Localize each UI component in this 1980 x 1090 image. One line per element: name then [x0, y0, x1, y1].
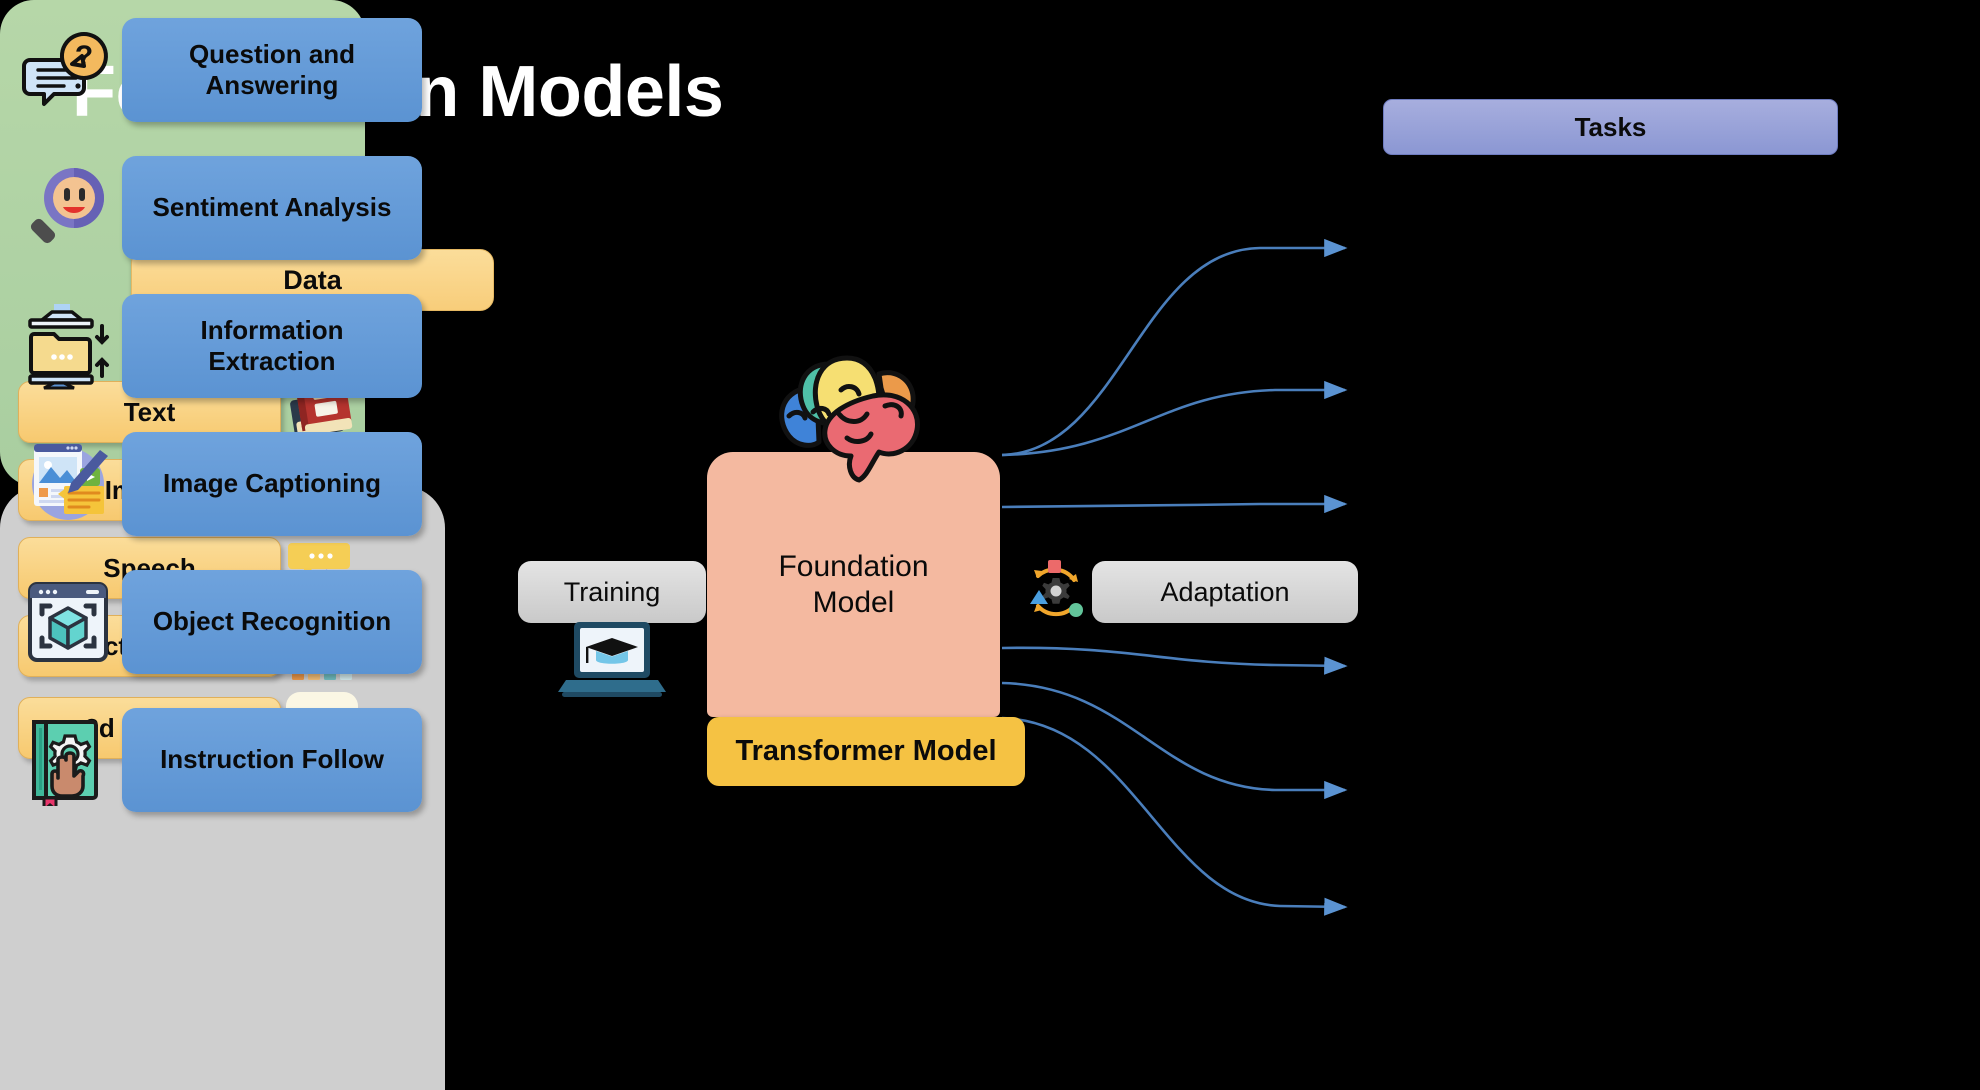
- tasks-header: Tasks: [1383, 99, 1838, 155]
- task-item-question-and-answering[interactable]: ? Question and Answering: [0, 18, 445, 136]
- task-label: Question and Answering: [189, 39, 355, 101]
- task-box[interactable]: Image Captioning: [122, 432, 422, 536]
- brain-icon: [755, 352, 955, 484]
- adaptation-box[interactable]: Adaptation: [1092, 561, 1358, 623]
- foundation-model-label: Foundation Model: [778, 549, 928, 620]
- task-label: Information Extraction: [201, 315, 344, 377]
- task-label: Image Captioning: [162, 468, 382, 499]
- task-box[interactable]: Sentiment Analysis: [122, 156, 422, 260]
- magnifier-smiley-icon: [22, 162, 114, 254]
- task-label: Object Recognition: [152, 606, 392, 637]
- task-item-image-captioning[interactable]: Image Captioning: [0, 432, 445, 550]
- task-box[interactable]: Information Extraction: [122, 294, 422, 398]
- task-label-line2: Extraction: [208, 346, 336, 376]
- tasks-header-label: Tasks: [1574, 111, 1647, 142]
- fm-line2: Model: [812, 585, 895, 619]
- book-gear-hand-icon: [22, 714, 114, 814]
- diagram-canvas: Foundation Models Data Text: [0, 0, 1980, 1090]
- task-label-line1: Information: [200, 314, 344, 345]
- task-label-line2: Answering: [205, 70, 339, 100]
- training-label: Training: [563, 576, 661, 607]
- fm-line1: Foundation: [778, 550, 929, 584]
- transformer-model-box[interactable]: Transformer Model: [707, 717, 1025, 786]
- gear-cycle-icon: [1020, 556, 1092, 628]
- image-caption-icon: [22, 438, 114, 530]
- folder-compress-icon: [22, 300, 114, 392]
- training-box[interactable]: Training: [518, 561, 706, 623]
- cube-detection-icon: [22, 576, 114, 668]
- task-box[interactable]: Instruction Follow: [122, 708, 422, 812]
- task-box[interactable]: Question and Answering: [122, 18, 422, 122]
- tasks-panel: ? Question and Answering Sentiment Analy…: [0, 18, 445, 1090]
- laptop-graduation-cap-icon: [556, 620, 668, 700]
- transformer-model-label: Transformer Model: [735, 735, 997, 767]
- task-item-sentiment-analysis[interactable]: Sentiment Analysis: [0, 156, 445, 274]
- task-label: Sentiment Analysis: [152, 192, 392, 223]
- task-item-information-extraction[interactable]: Information Extraction: [0, 294, 445, 412]
- svg-text:?: ?: [75, 40, 93, 73]
- task-box[interactable]: Object Recognition: [122, 570, 422, 674]
- question-chat-icon: ?: [22, 24, 114, 116]
- task-item-object-recognition[interactable]: Object Recognition: [0, 570, 445, 688]
- task-label: Instruction Follow: [160, 744, 384, 775]
- adaptation-label: Adaptation: [1160, 576, 1290, 607]
- foundation-model-box[interactable]: Foundation Model: [707, 452, 1000, 717]
- task-label-line1: Question and: [188, 38, 356, 69]
- task-item-instruction-follow[interactable]: Instruction Follow: [0, 708, 445, 826]
